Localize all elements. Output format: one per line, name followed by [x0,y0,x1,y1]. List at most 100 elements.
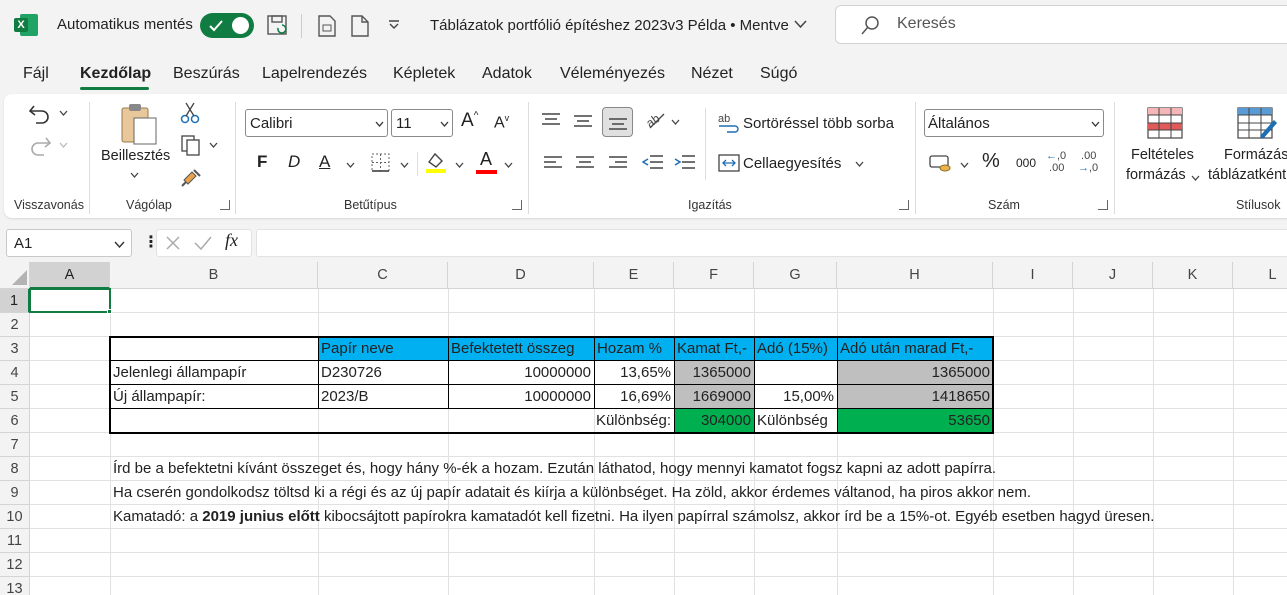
cell-B4[interactable]: Jelenlegi állampapír [110,361,249,384]
cell-B9[interactable]: Ha cserén gondolkodsz töltsd ki a régi é… [110,481,1034,504]
tab-help[interactable]: Súgó [760,65,797,83]
document-title[interactable]: Táblázatok portfólió építéshez 2023v3 Pé… [430,17,789,34]
align-left-icon[interactable] [543,155,563,171]
cell-F4[interactable]: 1365000 [674,361,754,384]
cell-H5[interactable]: 1418650 [837,385,993,408]
alignment-launcher[interactable] [899,200,909,210]
cell-E3[interactable]: Hozam % [594,337,665,360]
increase-indent-icon[interactable] [674,154,696,172]
column-header-E[interactable]: E [594,262,674,289]
cell-C4[interactable]: D230726 [318,361,385,384]
cell-H3[interactable]: Adó után marad Ft,- [837,337,976,360]
row-header-1[interactable]: 1 [0,289,30,313]
enter-icon[interactable] [194,235,212,251]
increase-font-icon[interactable]: A^ [461,110,478,132]
column-header-L[interactable]: L [1233,262,1287,289]
conditional-formatting-label-2[interactable]: formázás [1126,167,1186,183]
cell-C5[interactable]: 2023/B [318,385,372,408]
row-header-3[interactable]: 3 [0,337,30,361]
italic-button[interactable]: D [288,152,300,172]
font-name-select[interactable]: Calibri [245,109,388,137]
chevron-down-icon[interactable] [960,162,969,168]
column-header-A[interactable]: A [30,262,110,289]
conditional-formatting-label-1[interactable]: Feltételes [1131,147,1194,163]
wrap-text-button[interactable]: Sortöréssel több sorba [743,115,894,132]
chevron-down-icon[interactable] [1191,175,1200,181]
tab-view[interactable]: Nézet [691,65,733,83]
cell-C3[interactable]: Papír neve [318,337,397,360]
column-header-C[interactable]: C [318,262,448,289]
cell-H4[interactable]: 1365000 [837,361,993,384]
cell-D4[interactable]: 10000000 [448,361,594,384]
chevron-down-icon[interactable] [209,142,218,148]
cell-F3[interactable]: Kamat Ft,- [674,337,750,360]
column-header-H[interactable]: H [837,262,993,289]
copy-icon[interactable] [180,134,202,156]
tab-data[interactable]: Adatok [482,65,532,83]
cell-D3[interactable]: Befektetett összeg [448,337,577,360]
chevron-down-icon[interactable] [455,162,464,168]
format-painter-icon[interactable] [180,166,202,188]
format-as-table-label-1[interactable]: Formázás [1224,147,1287,163]
conditional-formatting-icon[interactable] [1146,106,1184,140]
cell-F5[interactable]: 1669000 [674,385,754,408]
row-header-12[interactable]: 12 [0,553,30,577]
wrap-text-icon[interactable]: ab [717,112,741,134]
search-input[interactable]: Keresés [897,15,956,33]
thousands-button[interactable]: 000 [1016,156,1036,170]
row-header-9[interactable]: 9 [0,481,30,505]
undo-icon[interactable] [28,102,52,124]
row-header-11[interactable]: 11 [0,529,30,553]
tab-formulas[interactable]: Képletek [393,65,455,83]
format-as-table-icon[interactable] [1236,106,1278,142]
cell-B8[interactable]: Írd be a befektetni kívánt összeget és, … [110,457,999,480]
merge-cells-icon[interactable] [717,153,741,173]
format-as-table-label-2[interactable]: táblázatként [1208,167,1286,183]
cell-B5[interactable]: Új állampapír: [110,385,209,408]
paste-label[interactable]: Beillesztés [101,148,170,164]
row-header-7[interactable]: 7 [0,433,30,457]
cell-B10[interactable]: Kamatadó: a 2019 junius előtt kibocsájto… [110,505,1157,528]
formula-input[interactable] [256,229,1287,257]
align-bottom-button[interactable] [602,107,633,137]
tab-home[interactable]: Kezdőlap [80,65,151,83]
customize-toolbar-icon[interactable] [388,20,400,30]
chevron-down-icon[interactable] [794,20,807,29]
increase-decimal-icon[interactable]: ←,0 .00 [1046,150,1074,178]
clipboard-launcher[interactable] [220,200,230,210]
cell-E5[interactable]: 16,69% [594,385,674,408]
accounting-format-icon[interactable] [929,152,953,174]
bold-button[interactable]: F [257,152,267,172]
cancel-icon[interactable] [165,235,181,251]
align-right-icon[interactable] [608,155,628,171]
tab-page-layout[interactable]: Lapelrendezés [262,65,367,83]
search-box[interactable]: Keresés [835,5,1287,44]
cell-G5[interactable]: 15,00% [754,385,837,408]
cell-E4[interactable]: 13,65% [594,361,674,384]
tab-file[interactable]: Fájl [23,65,49,83]
cut-icon[interactable] [180,102,200,124]
underline-button[interactable]: A [319,152,330,172]
percent-button[interactable]: % [982,150,1000,173]
font-color-icon[interactable]: A [480,149,492,170]
column-header-J[interactable]: J [1073,262,1153,289]
print-layout-icon[interactable] [316,14,338,38]
chevron-down-icon[interactable] [59,142,68,148]
new-file-icon[interactable] [350,14,370,38]
align-middle-icon[interactable] [573,114,593,130]
name-box[interactable]: A1 [6,229,132,257]
chevron-down-icon[interactable] [59,110,68,116]
column-header-I[interactable]: I [993,262,1073,289]
tab-review[interactable]: Véleményezés [560,65,665,83]
cell-G6[interactable]: Különbség [754,409,831,432]
redo-icon[interactable] [28,134,52,156]
cell-G3[interactable]: Adó (15%) [754,337,831,360]
decrease-font-icon[interactable]: Av [494,113,509,132]
fill-color-icon[interactable] [424,150,448,174]
chevron-down-icon[interactable] [346,162,355,168]
save-icon[interactable] [266,14,290,38]
chevron-down-icon[interactable] [130,172,139,178]
row-header-6[interactable]: 6 [0,409,30,433]
orientation-icon[interactable]: ab [644,108,668,130]
cell-F6[interactable]: 304000 [674,409,754,432]
